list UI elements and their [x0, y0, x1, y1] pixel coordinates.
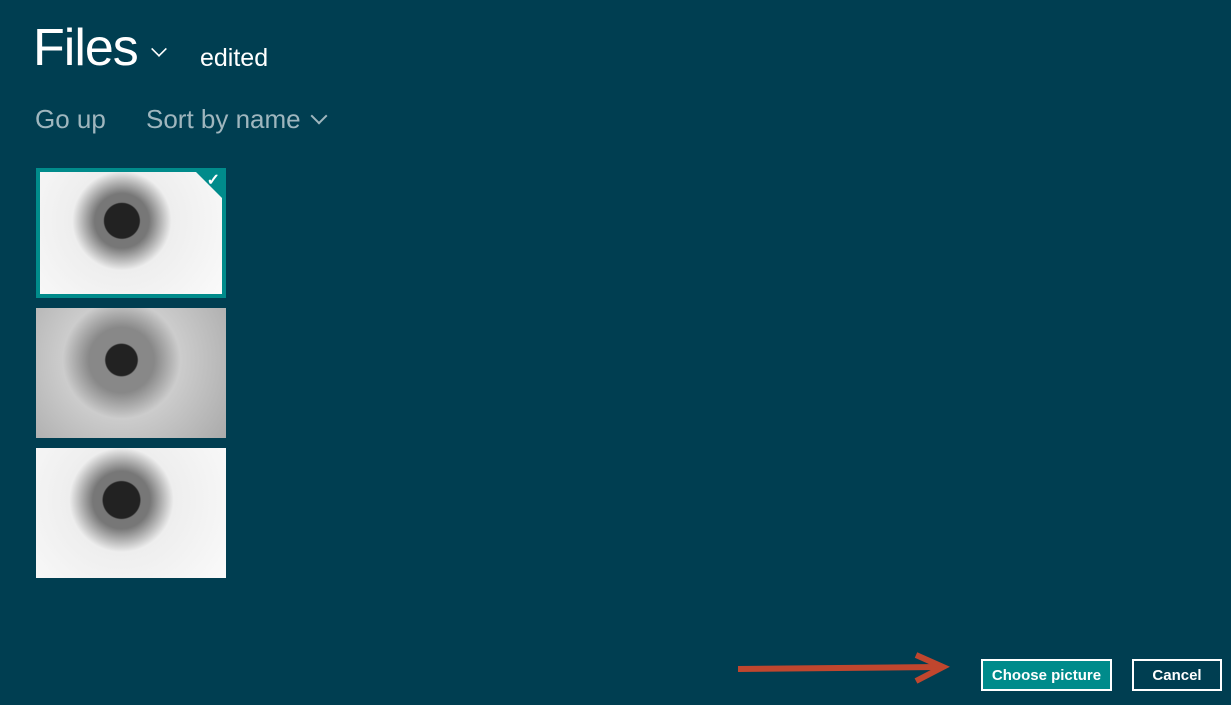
file-thumbnail[interactable]: ✓: [36, 168, 226, 298]
checkmark-icon: ✓: [206, 172, 220, 189]
sort-dropdown[interactable]: Sort by name: [146, 104, 301, 135]
go-up-button[interactable]: Go up: [35, 104, 106, 135]
chevron-down-icon[interactable]: [310, 107, 328, 125]
chevron-down-icon[interactable]: [151, 41, 167, 57]
choose-picture-button[interactable]: Choose picture: [981, 659, 1112, 691]
location-title[interactable]: Files: [33, 18, 139, 78]
file-thumbnail[interactable]: [36, 448, 226, 578]
file-thumbnail[interactable]: [36, 308, 226, 438]
current-folder: edited: [200, 44, 269, 72]
arrow-annotation: [738, 652, 950, 684]
cancel-button[interactable]: Cancel: [1132, 659, 1222, 691]
